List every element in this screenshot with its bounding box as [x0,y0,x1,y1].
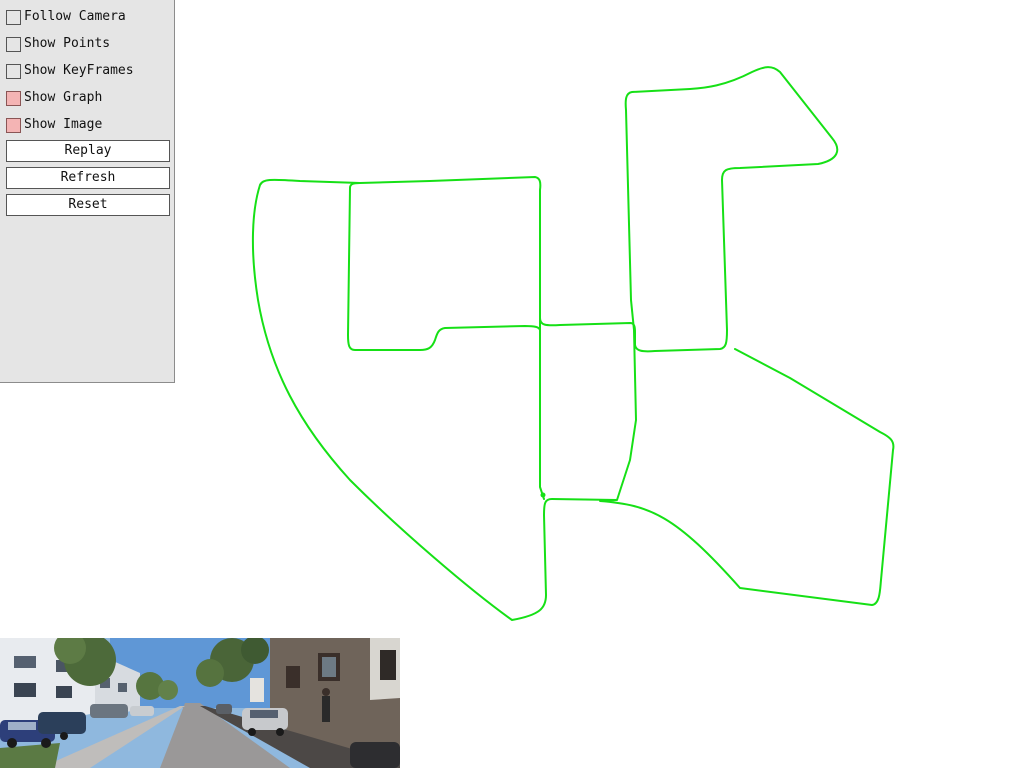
follow-camera-checkbox-box[interactable] [6,9,21,25]
show-keyframes-checkbox-box[interactable] [6,63,21,79]
show-points-label: Show Points [24,36,111,51]
follow-camera-checkbox[interactable]: Follow Camera [6,8,126,26]
trajectory-path [251,66,895,621]
current-position-marker [540,492,546,498]
show-graph-checkbox-box[interactable] [6,90,21,106]
show-image-checkbox[interactable]: Show Image [6,116,102,134]
camera-image-view [0,638,400,768]
show-keyframes-checkbox[interactable]: Show KeyFrames [6,62,134,80]
street-scene-image [0,638,400,768]
map-viewport[interactable]: Follow Camera Show Points Show KeyFrames… [0,0,1024,768]
show-image-label: Show Image [24,117,103,132]
control-panel: Follow Camera Show Points Show KeyFrames… [0,0,175,383]
show-keyframes-label: Show KeyFrames [24,63,134,78]
show-graph-label: Show Graph [24,90,103,105]
follow-camera-label: Follow Camera [24,9,126,24]
show-points-checkbox-box[interactable] [6,36,21,52]
show-graph-checkbox[interactable]: Show Graph [6,89,102,107]
show-points-checkbox[interactable]: Show Points [6,35,110,53]
reset-button[interactable]: Reset [6,194,170,216]
refresh-button[interactable]: Refresh [6,167,170,189]
replay-button[interactable]: Replay [6,140,170,162]
show-image-checkbox-box[interactable] [6,117,21,133]
